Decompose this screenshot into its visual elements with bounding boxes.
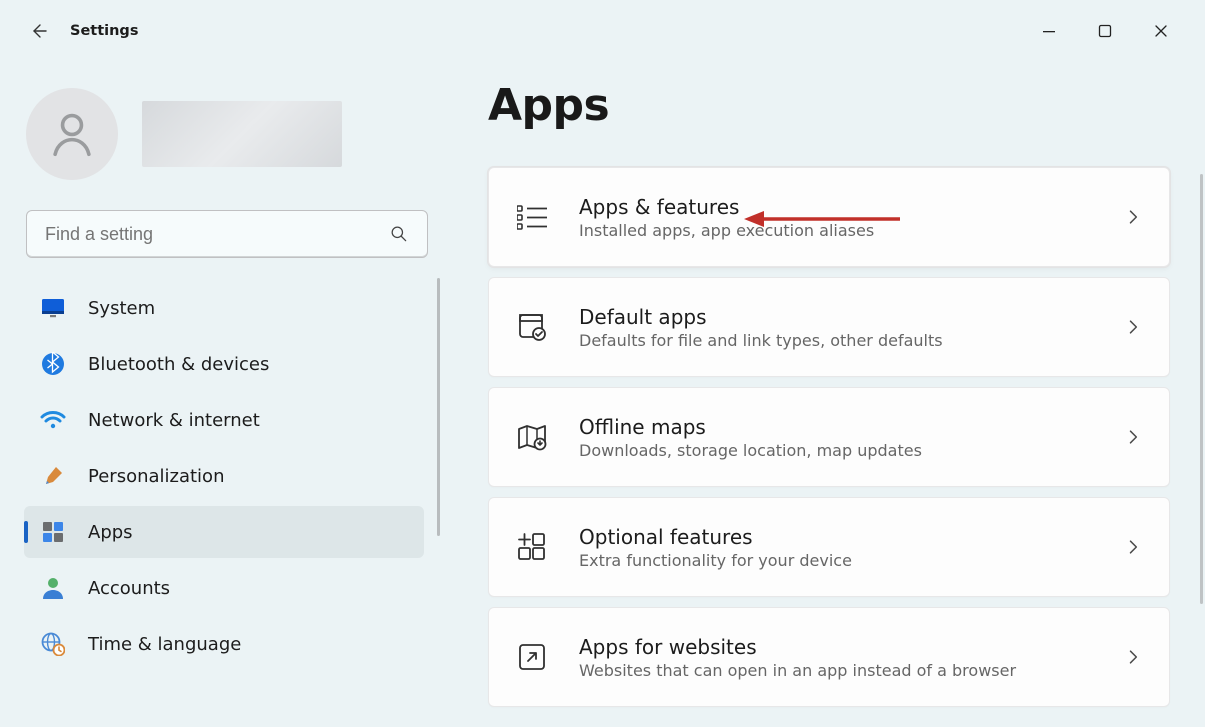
avatar	[26, 88, 118, 180]
card-subtitle: Extra functionality for your device	[579, 551, 1093, 570]
sidebar-item-bluetooth[interactable]: Bluetooth & devices	[24, 338, 424, 390]
person-icon	[40, 575, 66, 601]
sidebar-item-label: Time & language	[88, 634, 241, 655]
chevron-right-icon	[1123, 207, 1143, 227]
brush-icon	[40, 463, 66, 489]
arrow-left-icon	[26, 19, 50, 43]
account-name-redacted	[142, 101, 342, 167]
minimize-icon	[1042, 24, 1056, 38]
back-button[interactable]	[16, 9, 60, 53]
card-offline-maps[interactable]: Offline maps Downloads, storage location…	[488, 387, 1170, 487]
sidebar-item-network[interactable]: Network & internet	[24, 394, 424, 446]
app-title: Settings	[70, 23, 138, 39]
card-subtitle: Websites that can open in an app instead…	[579, 661, 1093, 680]
list-icon	[515, 200, 549, 234]
sidebar-nav: System Bluetooth & devices Network & int…	[8, 282, 440, 670]
close-button[interactable]	[1133, 11, 1189, 51]
chevron-right-icon	[1123, 317, 1143, 337]
account-block[interactable]	[8, 76, 440, 204]
web-app-icon	[515, 640, 549, 674]
card-apps-features[interactable]: Apps & features Installed apps, app exec…	[488, 167, 1170, 267]
minimize-button[interactable]	[1021, 11, 1077, 51]
settings-cards: Apps & features Installed apps, app exec…	[488, 167, 1170, 707]
window-controls	[1021, 11, 1189, 51]
sidebar-item-system[interactable]: System	[24, 282, 424, 334]
card-subtitle: Downloads, storage location, map updates	[579, 441, 1093, 460]
chevron-right-icon	[1123, 427, 1143, 447]
card-title: Apps & features	[579, 195, 1093, 219]
sidebar-item-label: Personalization	[88, 466, 224, 487]
chevron-right-icon	[1123, 537, 1143, 557]
sidebar-item-label: Accounts	[88, 578, 170, 599]
chevron-right-icon	[1123, 647, 1143, 667]
sidebar-item-accounts[interactable]: Accounts	[24, 562, 424, 614]
default-app-icon	[515, 310, 549, 344]
card-apps-for-websites[interactable]: Apps for websites Websites that can open…	[488, 607, 1170, 707]
sidebar-item-label: Bluetooth & devices	[88, 354, 269, 375]
card-optional-features[interactable]: Optional features Extra functionality fo…	[488, 497, 1170, 597]
card-subtitle: Installed apps, app execution aliases	[579, 221, 1093, 240]
page-title: Apps	[488, 80, 1181, 131]
sidebar-item-time-language[interactable]: Time & language	[24, 618, 424, 670]
squares-add-icon	[515, 530, 549, 564]
card-title: Apps for websites	[579, 635, 1093, 659]
card-title: Offline maps	[579, 415, 1093, 439]
sidebar-item-label: Network & internet	[88, 410, 260, 431]
sidebar-item-apps[interactable]: Apps	[24, 506, 424, 558]
person-outline-icon	[45, 107, 99, 161]
close-icon	[1154, 24, 1168, 38]
titlebar: Settings	[0, 0, 1205, 62]
search-box[interactable]	[26, 210, 428, 258]
content-scrollbar[interactable]	[1200, 174, 1203, 604]
card-title: Optional features	[579, 525, 1093, 549]
search-input[interactable]	[45, 224, 389, 245]
wifi-icon	[40, 407, 66, 433]
monitor-icon	[40, 295, 66, 321]
sidebar-item-personalization[interactable]: Personalization	[24, 450, 424, 502]
sidebar-item-label: System	[88, 298, 155, 319]
bluetooth-icon	[40, 351, 66, 377]
map-icon	[515, 420, 549, 454]
apps-icon	[40, 519, 66, 545]
sidebar-item-label: Apps	[88, 522, 133, 543]
content-area: Apps Apps & features Installed apps, app…	[440, 62, 1205, 727]
card-subtitle: Defaults for file and link types, other …	[579, 331, 1093, 350]
sidebar: System Bluetooth & devices Network & int…	[0, 62, 440, 727]
search-icon	[389, 224, 409, 244]
card-title: Default apps	[579, 305, 1093, 329]
globe-clock-icon	[40, 631, 66, 657]
maximize-icon	[1098, 24, 1112, 38]
card-default-apps[interactable]: Default apps Defaults for file and link …	[488, 277, 1170, 377]
maximize-button[interactable]	[1077, 11, 1133, 51]
